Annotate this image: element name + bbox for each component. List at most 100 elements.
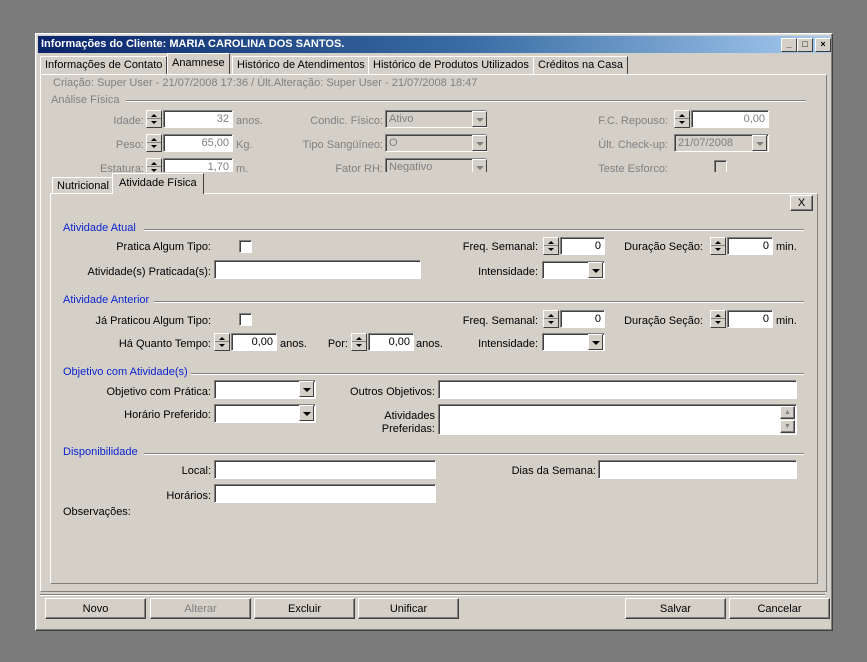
audit-info: Criação: Super User - 21/07/2008 17:36 /… (53, 77, 478, 89)
freq-stepper[interactable] (543, 310, 559, 328)
cancelar-button[interactable]: Cancelar (729, 598, 830, 619)
praticadas-label: Atividade(s) Praticada(s): (87, 266, 212, 278)
analise-title: Análise Física (51, 94, 120, 106)
novo-button[interactable]: Novo (45, 598, 146, 619)
preferidas-label-1: Atividades (384, 410, 435, 422)
analise-row3-clip: Estatura: 1,70 m. Fator RH: Negativo Tes… (36, 156, 826, 172)
preferidas-textarea[interactable] (438, 404, 797, 435)
idade-stepper[interactable] (146, 110, 162, 128)
anterior-title: Atividade Anterior (63, 294, 150, 306)
tab-atividade-fisica[interactable]: Atividade Física (112, 173, 204, 194)
peso-label: Peso: (115, 139, 144, 151)
divider (191, 373, 804, 375)
duracao-unit: min. (776, 315, 797, 327)
teste-label: Teste Esforço: (598, 163, 668, 172)
quanto-unit: anos. (280, 338, 307, 350)
divider (40, 594, 825, 596)
quanto-field[interactable]: 0,00 (231, 333, 277, 351)
tab-label: Informações de Contato (45, 59, 163, 71)
duracao-label: Duração Seção: (624, 241, 703, 253)
title-bar[interactable]: Informações do Cliente: MARIA CAROLINA D… (38, 36, 831, 53)
divider (154, 301, 804, 303)
sangue-label: Tipo Sangüíneo: (302, 139, 383, 151)
ja-label: Já Praticou Algum Tipo: (95, 315, 211, 327)
freq-label: Freq. Semanal: (462, 315, 538, 327)
atual-title: Atividade Atual (63, 222, 136, 234)
tab-informacoes-contato[interactable]: Informações de Contato (40, 56, 168, 74)
close-subpanel-button[interactable]: X (790, 195, 813, 211)
duracao-stepper[interactable] (710, 237, 726, 255)
chevron-down-icon[interactable] (299, 381, 314, 397)
tab-historico-produtos[interactable]: Histórico de Produtos Utilizados (368, 56, 534, 74)
idade-unit: anos. (236, 115, 263, 127)
chevron-down-icon (752, 135, 767, 151)
estatura-stepper[interactable] (146, 158, 162, 172)
close-icon[interactable]: × (815, 38, 831, 52)
dias-input[interactable] (598, 460, 797, 479)
quanto-label: Há Quanto Tempo: (118, 338, 211, 350)
intensidade-label: Intensidade: (478, 338, 538, 350)
outros-label: Outros Objetivos: (350, 386, 435, 398)
tab-historico-atendimentos[interactable]: Histórico de Atendimentos (232, 56, 370, 74)
local-input[interactable] (214, 460, 436, 479)
scroll-up-icon[interactable]: ▲ (780, 406, 795, 419)
freq-stepper[interactable] (543, 237, 559, 255)
tab-label: Histórico de Atendimentos (237, 59, 365, 71)
chevron-down-icon (472, 159, 487, 172)
peso-unit: Kg. (236, 139, 253, 151)
estatura-field[interactable]: 1,70 (163, 158, 233, 172)
teste-checkbox (714, 160, 727, 172)
tab-creditos[interactable]: Créditos na Casa (533, 56, 628, 74)
duracao-stepper[interactable] (710, 310, 726, 328)
chevron-down-icon[interactable] (588, 334, 603, 350)
minimize-icon[interactable]: _ (781, 38, 797, 52)
peso-field[interactable]: 65,00 (163, 134, 233, 152)
freq-field[interactable]: 0 (560, 237, 605, 255)
praticadas-input[interactable] (214, 260, 421, 279)
checkup-label: Últ. Check-up: (598, 139, 668, 151)
quanto-stepper[interactable] (214, 333, 230, 351)
por-field[interactable]: 0,00 (368, 333, 414, 351)
chevron-down-icon[interactable] (588, 262, 603, 278)
divider (144, 453, 804, 455)
tab-anamnese[interactable]: Anamnese (167, 53, 230, 74)
unificar-button[interactable]: Unificar (358, 598, 459, 619)
pratica-obj-label: Objetivo com Prática: (106, 386, 211, 398)
pratica-checkbox[interactable] (239, 240, 252, 253)
chevron-down-icon[interactable] (299, 405, 314, 421)
fc-label: F.C. Repouso: (598, 115, 668, 127)
fc-stepper[interactable] (674, 110, 690, 128)
intensidade-label: Intensidade: (478, 266, 538, 278)
window-title: Informações do Cliente: MARIA CAROLINA D… (41, 38, 345, 50)
tab-label: Nutricional (57, 180, 109, 192)
maximize-icon[interactable]: □ (797, 38, 813, 52)
local-label: Local: (181, 465, 211, 477)
tab-label: Créditos na Casa (538, 59, 623, 71)
por-stepper[interactable] (351, 333, 367, 351)
fc-field[interactable]: 0,00 (691, 110, 769, 128)
horarios-input[interactable] (214, 484, 436, 503)
peso-stepper[interactable] (146, 134, 162, 152)
duracao-field[interactable]: 0 (727, 310, 773, 328)
tab-label: Atividade Física (119, 177, 197, 189)
salvar-button[interactable]: Salvar (625, 598, 726, 619)
estatura-unit: m. (236, 163, 249, 172)
chevron-down-icon (472, 111, 487, 127)
alterar-button[interactable]: Alterar (150, 598, 251, 619)
horario-label: Horário Preferido: (124, 409, 211, 421)
preferidas-label-2: Preferidas: (381, 423, 435, 435)
idade-label: Idade: (113, 115, 144, 127)
objetivo-title: Objetivo com Atividade(s) (63, 366, 188, 378)
freq-field[interactable]: 0 (560, 310, 605, 328)
por-label: Por: (327, 338, 348, 350)
duracao-unit: min. (776, 241, 797, 253)
excluir-button[interactable]: Excluir (254, 598, 355, 619)
tab-nutricional[interactable]: Nutricional (52, 177, 114, 194)
outros-input[interactable] (438, 380, 797, 399)
duracao-field[interactable]: 0 (727, 237, 773, 255)
preferidas-scrollbar[interactable]: ▲ ▼ (780, 406, 795, 434)
ja-checkbox[interactable] (239, 313, 252, 326)
por-unit: anos. (416, 338, 443, 350)
idade-field[interactable]: 32 (163, 110, 233, 128)
scroll-down-icon[interactable]: ▼ (780, 420, 795, 433)
